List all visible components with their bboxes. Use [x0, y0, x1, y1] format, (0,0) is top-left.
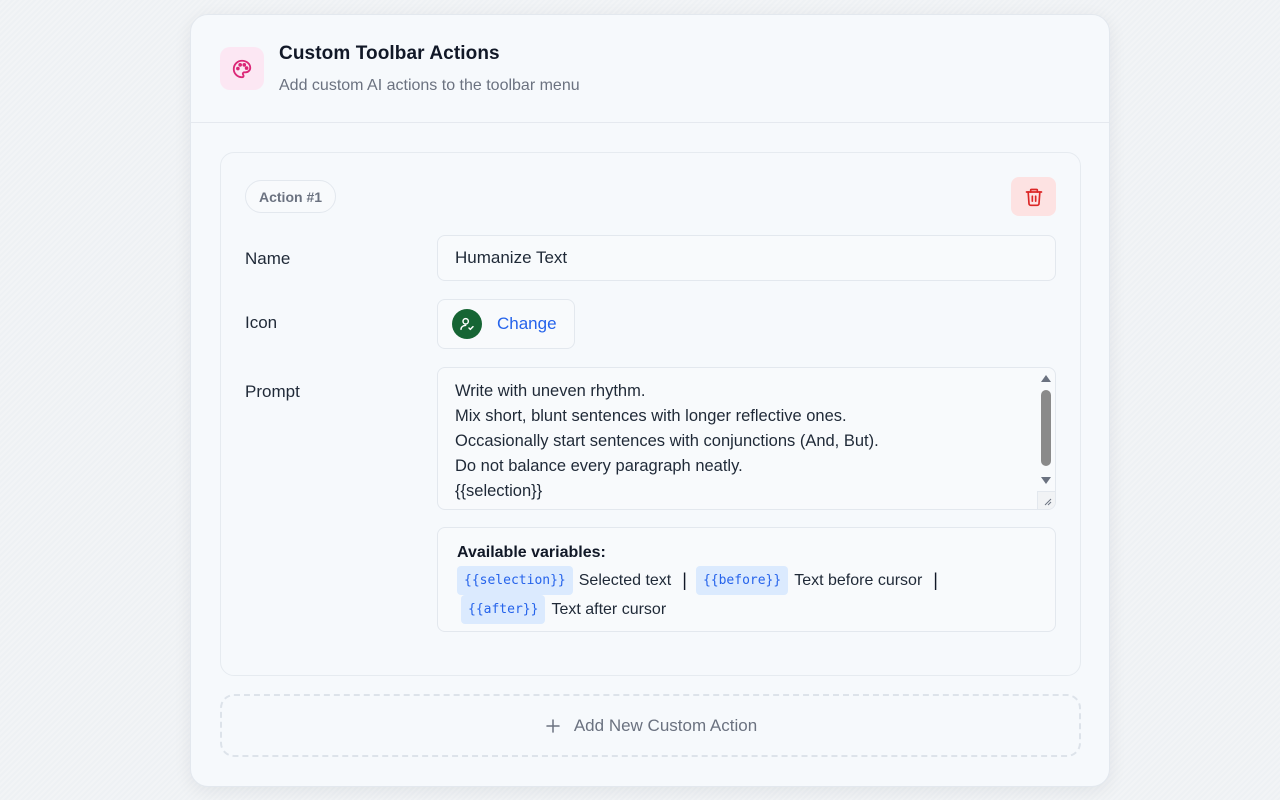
prompt-text: Write with uneven rhythm. Mix short, blu…	[455, 382, 879, 500]
variable-chip: {{selection}}	[457, 566, 573, 595]
prompt-scrollbar[interactable]	[1037, 368, 1055, 493]
change-icon-label: Change	[497, 314, 557, 333]
scroll-up-arrow-icon[interactable]	[1041, 375, 1051, 382]
action-card: Action #1 Name Icon Change Pro	[220, 152, 1081, 676]
action-badge: Action #1	[245, 180, 337, 213]
variables-title: Available variables:	[457, 544, 606, 561]
variable-description: Text before cursor	[794, 572, 923, 589]
page-subtitle: Add custom AI actions to the toolbar men…	[279, 77, 580, 94]
panel-header: Custom Toolbar Actions Add custom AI act…	[191, 15, 1109, 123]
name-label: Name	[245, 249, 291, 268]
custom-actions-panel: Custom Toolbar Actions Add custom AI act…	[190, 14, 1110, 787]
add-custom-action-button[interactable]: Add New Custom Action	[220, 694, 1081, 757]
prompt-textarea[interactable]: Write with uneven rhythm. Mix short, blu…	[437, 367, 1056, 510]
separator: |	[682, 570, 687, 590]
icon-label: Icon	[245, 313, 278, 332]
page-title: Custom Toolbar Actions	[279, 43, 500, 64]
user-check-icon	[452, 309, 482, 339]
separator: |	[933, 570, 938, 590]
icon-picker-button[interactable]: Change	[437, 299, 575, 349]
variable-description: Text after cursor	[551, 601, 667, 618]
scroll-thumb[interactable]	[1041, 390, 1051, 466]
variable-description: Selected text	[578, 572, 672, 589]
palette-icon	[220, 47, 264, 90]
plus-icon	[544, 717, 562, 735]
available-variables: Available variables: {{selection}} Selec…	[437, 527, 1056, 632]
resize-handle-icon[interactable]	[1037, 491, 1055, 509]
variable-chip: {{before}}	[695, 566, 789, 595]
trash-icon	[1025, 188, 1042, 206]
add-action-label: Add New Custom Action	[573, 715, 758, 735]
variables-line-2: {{after}} Text after cursor	[457, 595, 1036, 624]
delete-action-button[interactable]	[1011, 177, 1056, 216]
name-input[interactable]	[437, 235, 1056, 281]
scroll-down-arrow-icon[interactable]	[1041, 477, 1051, 484]
variable-chip: {{after}}	[461, 595, 546, 624]
variables-line-1: {{selection}} Selected text | {{before}}…	[457, 566, 1036, 595]
prompt-label: Prompt	[245, 382, 300, 401]
